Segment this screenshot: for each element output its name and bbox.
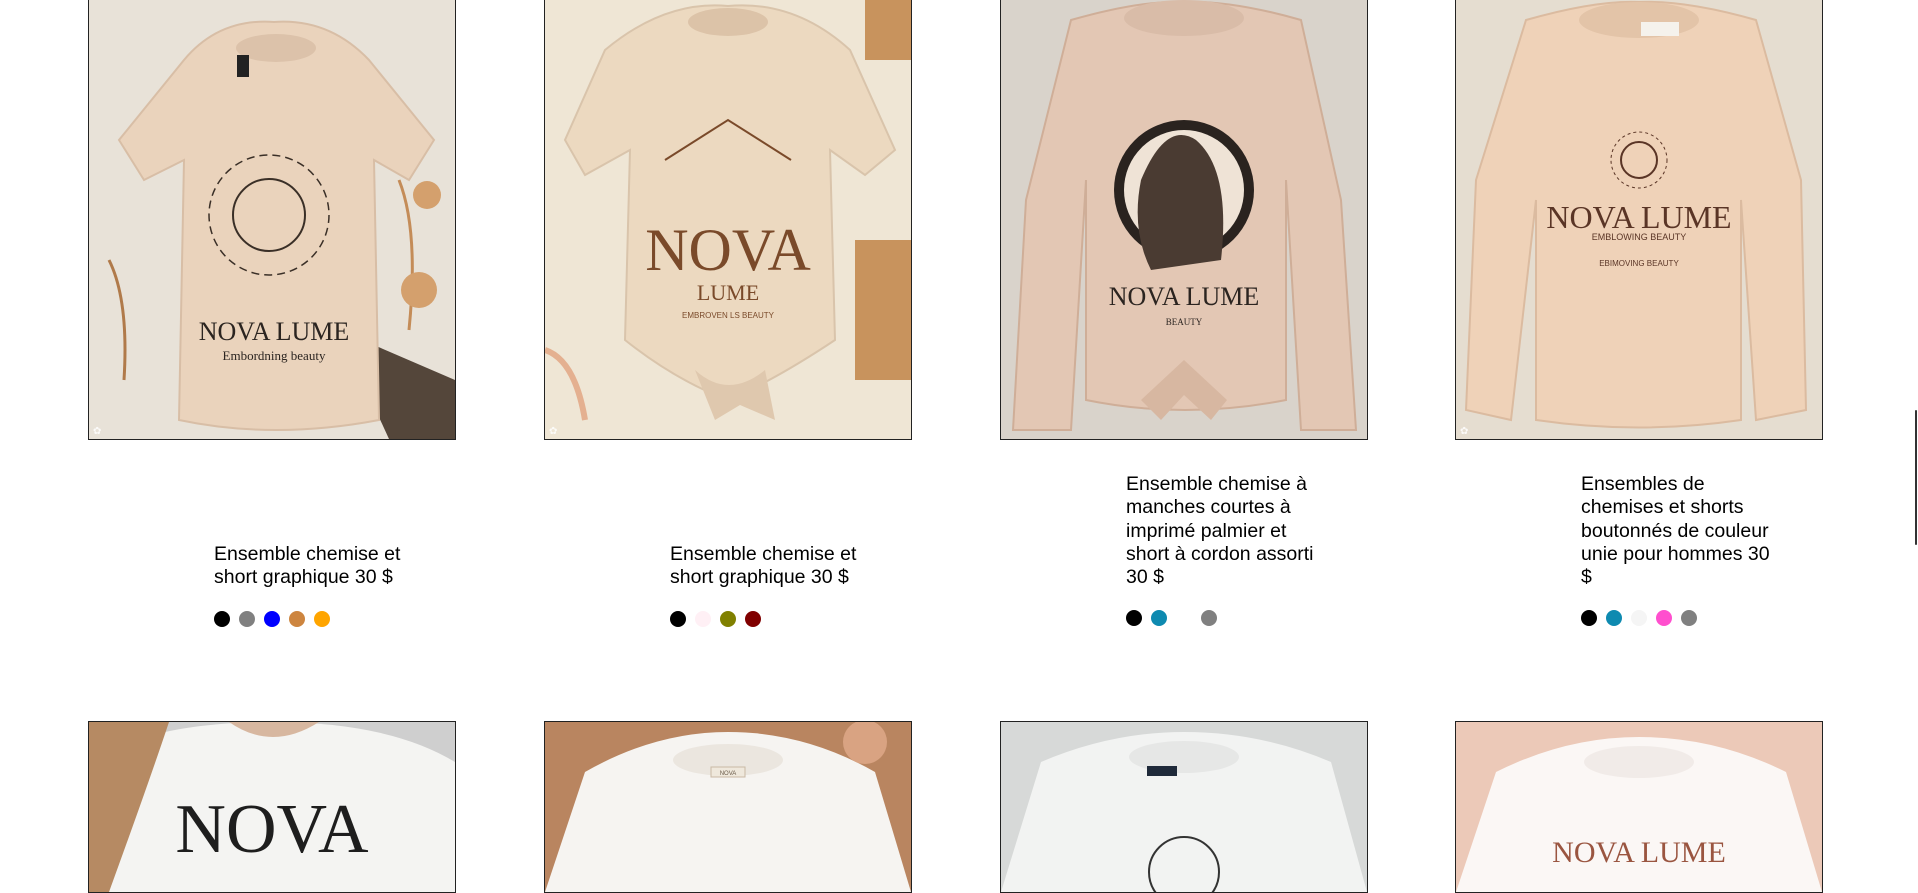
svg-text:NOVA LUME: NOVA LUME: [1546, 199, 1731, 235]
color-swatches: [1581, 610, 1781, 627]
product-image[interactable]: NOVA LUME: [1455, 721, 1823, 893]
product-photo-sweatshirt: [1001, 722, 1367, 892]
color-swatch[interactable]: [314, 610, 330, 627]
product-image[interactable]: NOVA LUME EMBLOWING BEAUTY EBIMOVING BEA…: [1455, 0, 1823, 440]
product-info: Ensembles de chemises et shorts boutonné…: [1581, 473, 1781, 627]
svg-text:LUME: LUME: [697, 280, 759, 305]
color-swatch[interactable]: [289, 610, 305, 627]
svg-text:NOVA: NOVA: [645, 217, 811, 283]
color-swatch[interactable]: [720, 610, 736, 627]
color-swatch[interactable]: [1606, 610, 1622, 627]
color-swatches: [670, 610, 870, 627]
svg-text:Embordning beauty: Embordning beauty: [223, 348, 326, 363]
product-info: Ensemble chemise et short graphique 30 $: [214, 543, 414, 627]
color-swatch[interactable]: [1151, 610, 1167, 627]
color-swatch[interactable]: [745, 610, 761, 627]
svg-text:BEAUTY: BEAUTY: [1166, 317, 1203, 327]
svg-text:NOVA LUME: NOVA LUME: [1109, 282, 1259, 311]
product-photo-model: NOVA: [89, 722, 455, 892]
color-swatch[interactable]: [1631, 610, 1647, 627]
svg-text:NOVA: NOVA: [175, 791, 369, 868]
product-photo-tshirt: NOVA: [545, 722, 911, 892]
product-info: Ensemble chemise et short graphique 30 $: [670, 543, 870, 627]
product-image[interactable]: NOVA LUME Embordning beauty ✿: [88, 0, 456, 440]
svg-text:EBIMOVING BEAUTY: EBIMOVING BEAUTY: [1599, 259, 1679, 268]
color-swatch[interactable]: [695, 610, 711, 627]
product-title[interactable]: Ensemble chemise et short graphique 30 $: [214, 543, 414, 590]
product-photo-tshirt: NOVA LUME EMBROVEN LS BEAUTY: [545, 0, 911, 439]
svg-text:EMBLOWING BEAUTY: EMBLOWING BEAUTY: [1592, 232, 1687, 242]
product-title[interactable]: Ensemble chemise à manches courtes à imp…: [1126, 473, 1326, 589]
color-swatch[interactable]: [1126, 610, 1142, 627]
color-swatches: [214, 610, 414, 627]
color-swatch[interactable]: [670, 610, 686, 627]
product-image[interactable]: NOVA: [544, 721, 912, 893]
color-swatch[interactable]: [1681, 610, 1697, 627]
svg-text:NOVA LUME: NOVA LUME: [199, 317, 349, 346]
product-image[interactable]: NOVA LUME BEAUTY: [1000, 0, 1368, 440]
svg-text:EMBROVEN LS BEAUTY: EMBROVEN LS BEAUTY: [682, 311, 775, 320]
product-photo-sweatshirt: NOVA LUME EMBLOWING BEAUTY EBIMOVING BEA…: [1456, 0, 1822, 439]
product-photo-sweatshirt: NOVA LUME BEAUTY: [1001, 0, 1367, 439]
color-swatch[interactable]: [1656, 610, 1672, 627]
product-image[interactable]: NOVA: [88, 721, 456, 893]
product-title[interactable]: Ensembles de chemises et shorts boutonné…: [1581, 473, 1781, 589]
color-swatch[interactable]: [1581, 610, 1597, 627]
svg-text:NOVA: NOVA: [720, 771, 737, 777]
color-swatch[interactable]: [264, 610, 280, 627]
product-title[interactable]: Ensemble chemise et short graphique 30 $: [670, 543, 870, 590]
product-image[interactable]: [1000, 721, 1368, 893]
color-swatch[interactable]: [214, 610, 230, 627]
watermark-icon: ✿: [549, 426, 558, 437]
color-swatch[interactable]: [239, 610, 255, 627]
svg-text:NOVA LUME: NOVA LUME: [1552, 836, 1726, 869]
product-photo-tshirt: NOVA LUME Embordning beauty: [89, 0, 455, 439]
product-image[interactable]: NOVA LUME EMBROVEN LS BEAUTY ✿: [544, 0, 912, 440]
scrollbar-thumb[interactable]: [1915, 410, 1917, 545]
product-photo-sweatshirt: NOVA LUME: [1456, 722, 1822, 892]
product-info: Ensemble chemise à manches courtes à imp…: [1126, 473, 1326, 627]
watermark-icon: ✿: [93, 426, 102, 437]
color-swatch[interactable]: [1201, 610, 1217, 627]
product-grid: NOVA LUME Embordning beauty ✿ Ensemble c…: [0, 0, 1918, 893]
color-swatch[interactable]: [1176, 610, 1192, 627]
watermark-icon: ✿: [1460, 426, 1469, 437]
color-swatches: [1126, 610, 1326, 627]
scrollbar[interactable]: [1912, 0, 1918, 877]
